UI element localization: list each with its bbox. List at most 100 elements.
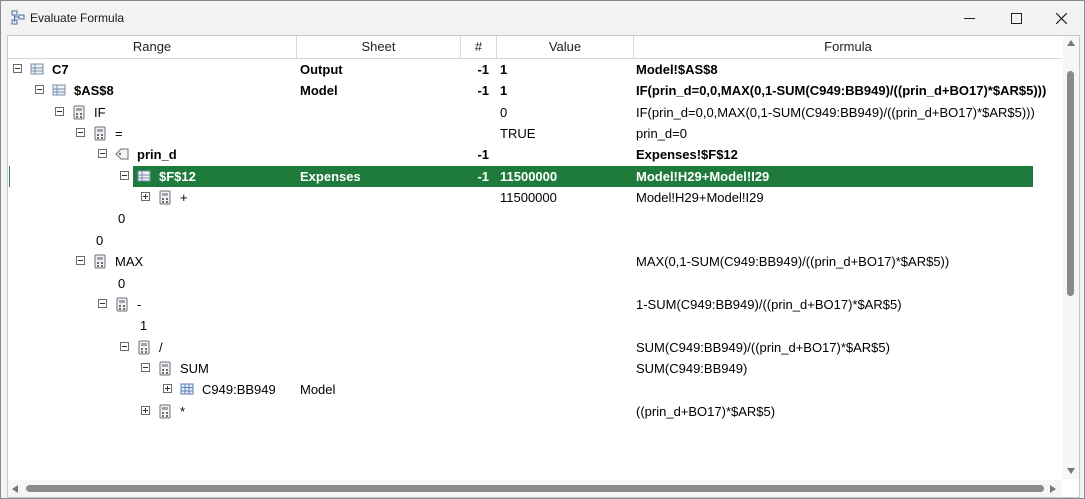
formula-cell: SUM(C949:BB949)/((prin_d+BO17)*$AR$5) <box>636 339 890 355</box>
formula-cell: IF(prin_d=0,0,MAX(0,1-SUM(C949:BB949)/((… <box>636 83 1047 99</box>
range-cell: $F$12 <box>159 168 196 184</box>
column-formula-header[interactable]: Formula <box>634 36 1062 58</box>
tree-row[interactable]: $F$12 Expenses -1 11500000 Model!H29+Model!I… <box>8 165 1062 187</box>
focus-marker <box>9 165 10 187</box>
tree-row[interactable]: IF 0 IF(prin_d=0,0,MAX(0,1-SUM(C949:BB949)… <box>8 102 1062 123</box>
collapse-icon[interactable] <box>55 106 64 116</box>
range-cell: $AS$8 <box>74 83 114 99</box>
formula-cell: MAX(0,1-SUM(C949:BB949)/((prin_d+BO17)*$… <box>636 254 950 270</box>
range-cell: prin_d <box>137 147 177 163</box>
scroll-left-icon[interactable] <box>12 485 18 493</box>
tree-row[interactable]: C7 Output -1 1 Model!$AS$8 <box>8 59 1062 80</box>
tree-row[interactable]: C949:BB949 Model <box>8 379 1062 400</box>
number-cell: -1 <box>477 62 489 77</box>
number-cell: -1 <box>477 147 489 163</box>
number-cell <box>463 337 489 358</box>
range-cell: 0 <box>96 232 104 248</box>
column-sheet-header[interactable]: Sheet <box>297 36 461 58</box>
formula-tree-view: Range Sheet # Value Formula C7 Output -1 1 M… <box>7 35 1080 498</box>
scroll-right-icon[interactable] <box>1050 485 1056 493</box>
scroll-up-icon[interactable] <box>1067 40 1075 46</box>
window-title: Evaluate Formula <box>30 11 125 25</box>
collapse-icon[interactable] <box>35 85 44 95</box>
tree-row[interactable]: 0 <box>8 230 1062 251</box>
number-cell <box>463 230 489 251</box>
tree-row[interactable]: prin_d -1 Expenses!$F$12 <box>8 144 1062 165</box>
expand-icon[interactable] <box>163 384 172 394</box>
number-cell <box>463 251 489 272</box>
close-button[interactable] <box>1038 1 1084 35</box>
range-icon <box>30 63 44 75</box>
calculator-icon <box>159 190 171 205</box>
formula-cell: IF(prin_d=0,0,MAX(0,1-SUM(C949:BB949)/((… <box>636 104 1035 120</box>
range-icon <box>52 84 66 96</box>
collapse-icon[interactable] <box>98 149 107 159</box>
range-cell: 0 <box>118 275 126 291</box>
sheet-cell: Model <box>300 382 336 398</box>
tree-rows: C7 Output -1 1 Model!$AS$8 $AS$8 Model -1 1 IF(pr… <box>8 59 1062 479</box>
column-value-header[interactable]: Value <box>497 36 634 58</box>
collapse-icon[interactable] <box>13 64 22 73</box>
tree-row[interactable]: / SUM(C949:BB949)/((prin_d+BO17)*$AR$5) <box>8 337 1062 358</box>
vertical-scroll-thumb[interactable] <box>1067 71 1074 296</box>
column-header: Range Sheet # Value Formula <box>8 36 1062 59</box>
vertical-scrollbar[interactable] <box>1063 36 1079 479</box>
tree-row[interactable]: MAX MAX(0,1-SUM(C949:BB949)/((prin_d+BO17… <box>8 251 1062 272</box>
tree-row[interactable]: * ((prin_d+BO17)*$AR$5) <box>8 401 1062 422</box>
range-icon <box>137 170 151 182</box>
range-cell: SUM <box>180 360 209 376</box>
range-cell: 0 <box>118 211 126 227</box>
tree-row[interactable]: 0 <box>8 273 1062 294</box>
number-cell <box>463 358 489 379</box>
value-cell: 11500000 <box>500 190 557 206</box>
sheet-cell: Model <box>300 83 338 99</box>
app-icon <box>11 10 25 25</box>
value-cell: 1 <box>500 83 508 99</box>
maximize-button[interactable] <box>993 1 1039 35</box>
collapse-icon[interactable] <box>98 298 107 308</box>
expand-icon[interactable] <box>141 192 150 202</box>
tree-row[interactable]: $AS$8 Model -1 1 IF(prin_d=0,0,MAX(0,1-SUM(C… <box>8 80 1062 101</box>
range-cell: C949:BB949 <box>202 382 276 398</box>
column-range-header[interactable]: Range <box>8 36 297 58</box>
number-cell <box>463 273 489 294</box>
name-tag-icon <box>115 148 129 160</box>
collapse-icon[interactable] <box>120 341 129 351</box>
tree-row[interactable]: 1 <box>8 315 1062 336</box>
number-cell <box>463 379 489 400</box>
collapse-icon[interactable] <box>141 362 150 372</box>
horizontal-scroll-thumb[interactable] <box>26 485 1044 492</box>
collapse-icon[interactable] <box>76 256 85 266</box>
tree-row[interactable]: = TRUE prin_d=0 <box>8 123 1062 144</box>
formula-cell: Model!H29+Model!I29 <box>636 190 764 206</box>
range-cell: + <box>180 190 188 206</box>
column-number-header[interactable]: # <box>461 36 497 58</box>
scroll-down-icon[interactable] <box>1067 468 1075 474</box>
number-cell <box>463 315 489 336</box>
sheet-cell: Output <box>300 62 343 77</box>
collapse-icon[interactable] <box>76 128 85 138</box>
formula-cell: SUM(C949:BB949) <box>636 360 748 376</box>
calculator-icon <box>159 404 171 419</box>
tree-row[interactable]: - 1-SUM(C949:BB949)/((prin_d+BO17)*$AR$5) <box>8 294 1062 315</box>
number-cell <box>463 401 489 422</box>
calculator-icon <box>73 105 85 120</box>
selection-highlight <box>133 165 1033 187</box>
collapse-icon[interactable] <box>120 170 129 180</box>
formula-cell: ((prin_d+BO17)*$AR$5) <box>636 403 776 419</box>
calculator-icon <box>94 126 106 141</box>
tree-row[interactable]: SUM SUM(C949:BB949) <box>8 358 1062 379</box>
value-cell: 1 <box>500 62 508 77</box>
horizontal-scrollbar[interactable] <box>8 480 1062 497</box>
evaluate-formula-window: Evaluate Formula Range Sheet # Value For… <box>0 0 1085 499</box>
tree-row[interactable]: +11500000 Model!H29+Model!I29 <box>8 187 1062 208</box>
formula-cell: Expenses!$F$12 <box>636 147 738 163</box>
minimize-button[interactable] <box>946 1 992 35</box>
tree-row[interactable]: 0 <box>8 208 1062 229</box>
range-cell: 1 <box>140 318 148 334</box>
range-cell: = <box>115 126 123 142</box>
number-cell: -1 <box>477 83 489 99</box>
expand-icon[interactable] <box>141 405 150 415</box>
value-cell: TRUE <box>500 126 536 142</box>
formula-cell: 1-SUM(C949:BB949)/((prin_d+BO17)*$AR$5) <box>636 296 902 312</box>
